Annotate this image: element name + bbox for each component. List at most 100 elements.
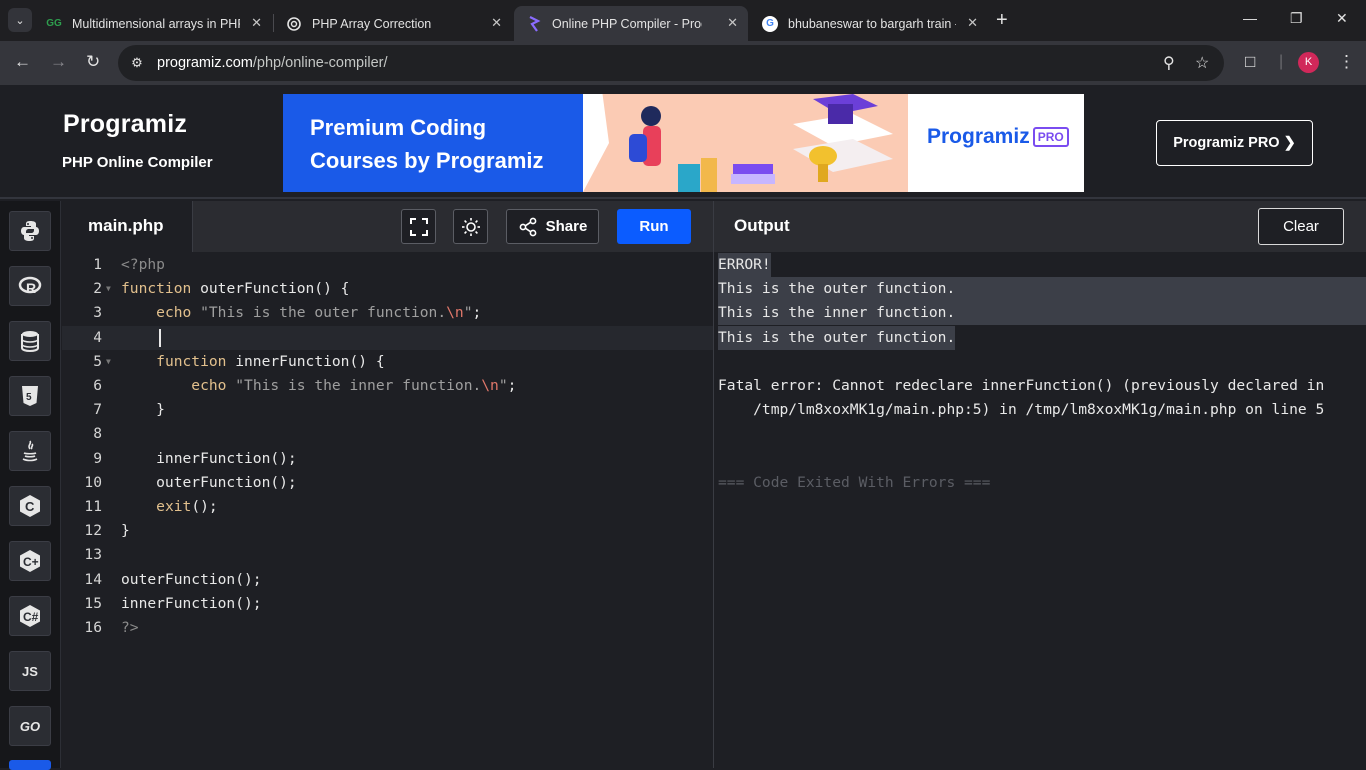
text-caret [159,329,161,347]
code-line: 1 <?php [93,256,165,273]
svg-text:C+: C+ [23,555,39,569]
output-line-error: Fatal error: Cannot redeclare innerFunct… [718,377,1325,394]
svg-text:C: C [25,499,35,514]
code-line: 8 [93,425,102,442]
tab-search-chevron-icon[interactable]: ⌄ [8,8,32,32]
restore-icon[interactable]: ❐ [1290,10,1303,27]
share-button[interactable]: Share [506,209,599,244]
csharp-icon[interactable]: C# [9,596,51,636]
tab-multidimensional-arrays[interactable]: GG Multidimensional arrays in PHP ✕ [34,6,272,41]
svg-text:R: R [26,280,36,296]
code-line: 15 innerFunction(); [84,595,262,612]
code-line: 9 innerFunction(); [93,450,297,467]
reload-icon[interactable]: ↻ [86,53,100,71]
output-console[interactable]: ERROR! This is the outer function. This … [714,252,1366,768]
zoom-icon[interactable]: ⚲ [1163,53,1175,73]
programiz-logo[interactable]: Programiz [63,110,187,139]
site-header: Programiz PHP Online Compiler Premium Co… [0,85,1366,199]
chatgpt-icon [286,16,302,32]
code-line: 6 echo "This is the inner function.\n"; [93,377,517,394]
extensions-puzzle-icon[interactable]: □ [1245,52,1255,72]
output-title: Output [734,216,790,235]
javascript-icon[interactable]: JS [9,651,51,691]
theme-toggle-sun-icon[interactable] [453,209,488,244]
close-window-icon[interactable]: ✕ [1336,10,1348,27]
sql-database-icon[interactable] [9,321,51,361]
programiz-icon [526,15,542,32]
html5-icon[interactable]: 5 [9,376,51,416]
banner-illustration [629,94,893,192]
code-line: 12} [84,522,130,539]
go-icon[interactable]: GO [9,706,51,746]
profile-avatar[interactable]: K [1298,52,1319,73]
banner-line-1: Premium Coding [310,115,487,140]
tab-php-array-correction[interactable]: PHP Array Correction ✕ [274,6,512,41]
output-line: This is the outer function. [718,326,956,350]
code-line: 16 ?> [84,619,139,636]
more-languages-button[interactable] [9,760,51,770]
page-subtitle: PHP Online Compiler [62,154,213,171]
file-tab-main-php[interactable]: main.php [62,201,193,253]
editor-header: main.php Share Run [62,201,713,253]
fold-arrow-icon[interactable]: ▼ [106,350,111,374]
forward-arrow-icon[interactable]: → [50,53,67,71]
svg-text:5: 5 [26,392,32,403]
banner-blue-panel [283,94,583,192]
tab-title: bhubaneswar to bargarh train - [788,16,956,31]
code-editor[interactable]: 1 <?php 2 ▼ function outerFunction() { 3 ec… [62,252,713,768]
run-button[interactable]: Run [617,209,691,244]
clear-button[interactable]: Clear [1258,208,1344,245]
tab-online-php-compiler[interactable]: Online PHP Compiler - Programiz ✕ [514,6,748,41]
svg-text:C#: C# [23,610,39,624]
code-line: 11 exit(); [84,498,218,515]
output-header: Output Clear [714,201,1366,252]
browser-tab-bar: ⌄ GG Multidimensional arrays in PHP ✕ PH… [0,0,1366,41]
bookmark-star-icon[interactable]: ☆ [1195,53,1209,73]
fullscreen-icon[interactable] [401,209,436,244]
output-line-error: /tmp/lm8xoxMK1g/main.php:5) in /tmp/lm8x… [718,401,1325,418]
address-bar[interactable]: ⚙ programiz.com/php/online-compiler/ ⚲ ☆ [118,45,1224,81]
code-line-current: 4 [62,326,713,350]
ad-banner[interactable]: Premium Coding Courses by Programiz Prog… [283,94,1084,192]
exit-status-line: === Code Exited With Errors === [718,474,991,491]
output-line: This is the outer function. [718,277,1366,301]
menu-kebab-icon[interactable]: ⋮ [1338,52,1355,72]
close-tab-icon[interactable]: ✕ [491,15,502,31]
java-icon[interactable] [9,431,51,471]
geeksforgeeks-icon: GG [46,18,62,29]
output-line: This is the inner function. [718,301,1366,325]
back-arrow-icon[interactable]: ← [14,53,31,71]
fold-arrow-icon[interactable]: ▼ [106,277,111,301]
code-line: 2 ▼ function outerFunction() { [62,277,713,301]
banner-line-2: Courses by Programiz [310,148,544,173]
toolbar-divider: | [1279,53,1284,70]
close-tab-icon[interactable]: ✕ [967,15,978,31]
cpp-icon[interactable]: C+ [9,541,51,581]
code-line: 7 } [93,401,165,418]
tab-title: PHP Array Correction [312,16,432,31]
code-line: 10 outerFunction(); [84,474,297,491]
tab-bhubaneswar-train[interactable]: G bhubaneswar to bargarh train - ✕ [750,6,988,41]
output-line: ERROR! [718,253,771,277]
r-icon[interactable]: R [9,266,51,306]
share-label: Share [545,218,588,235]
minimize-icon[interactable]: — [1243,10,1257,26]
share-icon [519,217,537,236]
python-icon[interactable] [9,211,51,251]
programiz-pro-button[interactable]: Programiz PRO ❯ [1156,120,1313,166]
c-icon[interactable]: C [9,486,51,526]
close-tab-icon[interactable]: ✕ [251,15,262,31]
programiz-pro-logo: Programiz PRO [927,125,1069,149]
code-line: 5 ▼ function innerFunction() { [62,350,713,374]
language-rail: R 5 C C+ C# JS GO [0,201,61,770]
tab-title: Multidimensional arrays in PHP [72,16,240,31]
new-tab-icon[interactable]: + [996,10,1008,30]
close-tab-icon[interactable]: ✕ [727,15,738,31]
site-settings-icon[interactable]: ⚙ [128,54,146,72]
code-line: 13 [84,546,102,563]
tab-title: Online PHP Compiler - Programiz [552,16,702,31]
url-text[interactable]: programiz.com/php/online-compiler/ [157,55,388,71]
code-line: 3 echo "This is the outer function.\n"; [93,304,482,321]
code-line: 14 outerFunction(); [84,571,262,588]
google-icon: G [762,15,778,32]
